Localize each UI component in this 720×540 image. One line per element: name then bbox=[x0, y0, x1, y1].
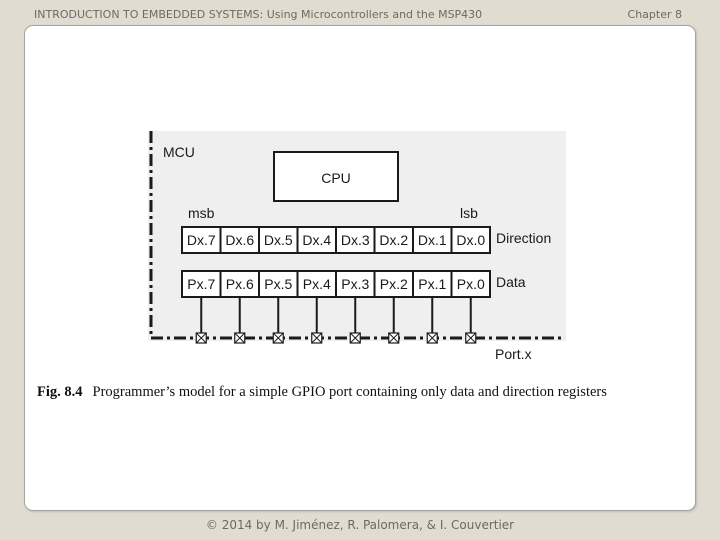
figure-number: Fig. 8.4 bbox=[37, 384, 83, 400]
direction-bit-cell-label: Dx.3 bbox=[341, 232, 370, 248]
x-box-pin-icon bbox=[465, 332, 477, 344]
x-box-pin-icon bbox=[426, 332, 438, 344]
data-bit-cell-label: Px.2 bbox=[380, 276, 408, 292]
figure-caption: Fig. 8.4 Programmer’s model for a simple … bbox=[37, 384, 607, 401]
msb-label: msb bbox=[188, 205, 215, 221]
data-bit-cell-label: Px.7 bbox=[187, 276, 215, 292]
data-bit-cell-label: Px.5 bbox=[264, 276, 292, 292]
port-label: Port.x bbox=[495, 346, 532, 362]
data-bit-cell-label: Px.1 bbox=[418, 276, 446, 292]
mcu-label: MCU bbox=[163, 144, 195, 160]
data-bit-cell-label: Px.4 bbox=[303, 276, 331, 292]
data-bit-cell-label: Px.3 bbox=[341, 276, 369, 292]
data-label: Data bbox=[496, 274, 526, 290]
direction-label: Direction bbox=[496, 230, 551, 246]
cpu-label: CPU bbox=[321, 170, 351, 186]
lsb-label: lsb bbox=[460, 205, 478, 221]
x-box-pin-icon bbox=[234, 332, 246, 344]
direction-bit-cell-label: Dx.4 bbox=[302, 232, 331, 248]
direction-bit-cell-label: Dx.5 bbox=[264, 232, 293, 248]
x-box-pin-icon bbox=[195, 332, 207, 344]
data-bit-cell-label: Px.0 bbox=[457, 276, 485, 292]
x-box-pin-icon bbox=[311, 332, 323, 344]
data-register: Px.7 Px.6 Px.5 Px.4 Px.3 Px.2 Px.1 Px.0 bbox=[181, 270, 491, 298]
caption-text: Programmer’s model for a simple GPIO por… bbox=[92, 384, 607, 400]
direction-bit-cell-label: Dx.2 bbox=[379, 232, 408, 248]
x-box-pin-icon bbox=[349, 332, 361, 344]
gpio-diagram: MCU CPU msb lsb Dx.7 Dx.6 Dx.5 Dx.4 Dx.3 Dx.2… bbox=[148, 131, 566, 362]
direction-register: Dx.7 Dx.6 Dx.5 Dx.4 Dx.3 Dx.2 Dx.1 Dx.0 bbox=[181, 226, 491, 254]
direction-bit-cell-label: Dx.0 bbox=[456, 232, 485, 248]
direction-bit-cell-label: Dx.1 bbox=[418, 232, 447, 248]
x-box-pin-icon bbox=[388, 332, 400, 344]
direction-bit-cell-label: Dx.6 bbox=[225, 232, 254, 248]
x-box-pin-icon bbox=[272, 332, 284, 344]
direction-bit-cell-label: Dx.7 bbox=[187, 232, 216, 248]
footer-copyright: © 2014 by M. Jiménez, R. Palomera, & I. … bbox=[205, 518, 515, 532]
data-bit-cell-label: Px.6 bbox=[226, 276, 254, 292]
